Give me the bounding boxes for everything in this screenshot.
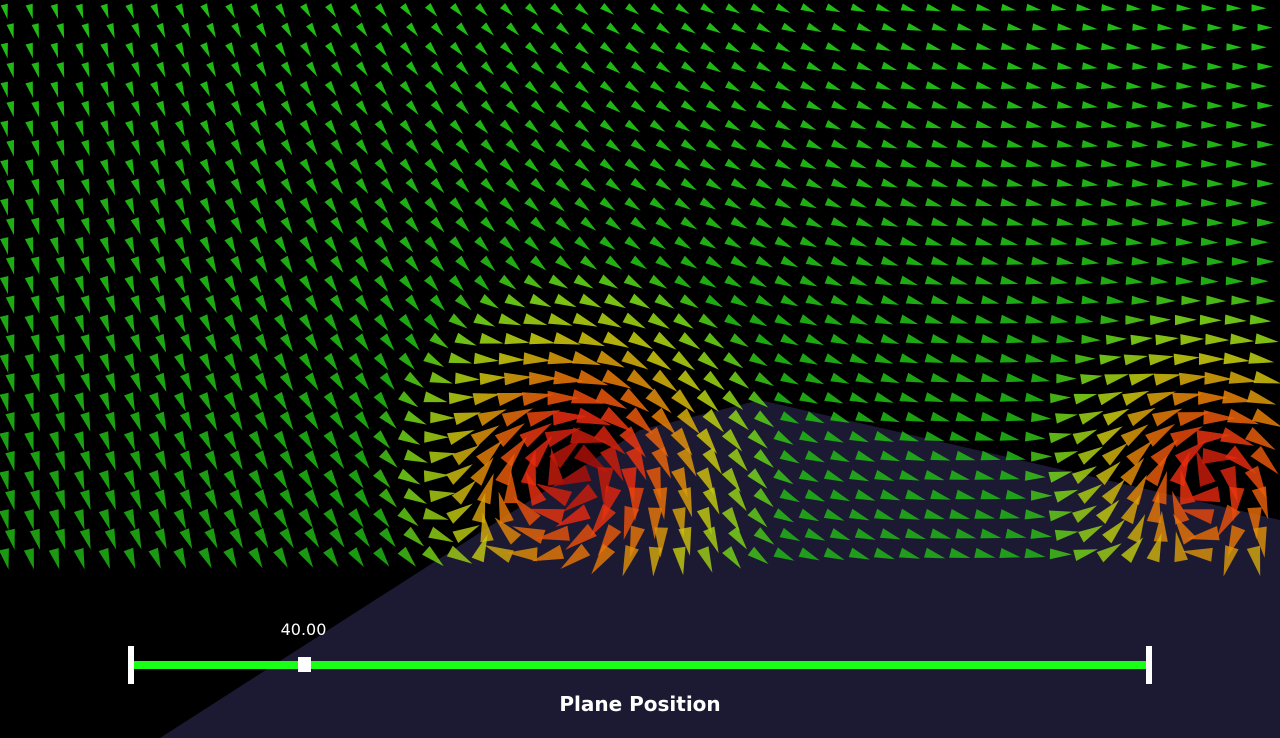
slider-min-cap[interactable]	[128, 646, 134, 684]
slider-track[interactable]	[133, 661, 1148, 669]
vector-field-scene[interactable]	[0, 0, 1280, 738]
slider-handle[interactable]	[297, 657, 311, 672]
slider-max-cap[interactable]	[1146, 646, 1152, 684]
3d-render-viewport[interactable]: 40.00 Plane Position	[0, 0, 1280, 738]
